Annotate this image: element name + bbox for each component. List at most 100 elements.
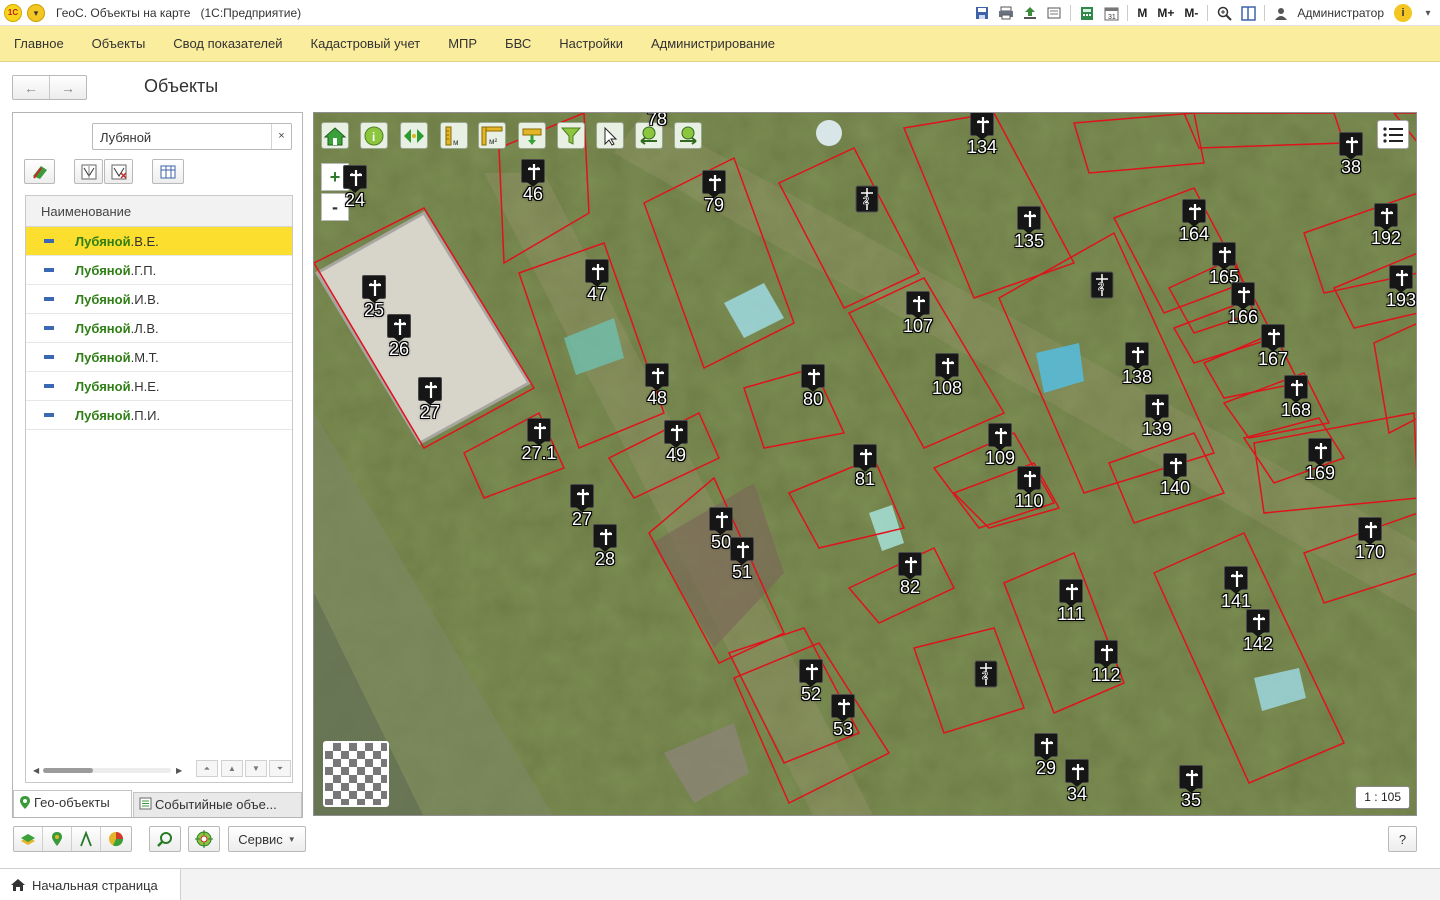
measure-area-button[interactable]: м² bbox=[478, 122, 506, 149]
search-icon bbox=[157, 832, 172, 847]
section-main[interactable]: Главное bbox=[0, 36, 78, 51]
horizontal-scrollbar[interactable]: ◀ ▶ bbox=[33, 766, 183, 775]
save-icon[interactable] bbox=[972, 4, 992, 22]
memory-button[interactable]: M bbox=[1134, 4, 1150, 22]
grave-marker-label: 135 bbox=[1013, 231, 1045, 251]
map-home-button[interactable] bbox=[321, 122, 349, 149]
table-row[interactable]: Лубяной.Л.В. bbox=[26, 314, 292, 343]
title-bar: 1С ▾ ГеоС. Объекты на карте (1С:Предприя… bbox=[0, 0, 1440, 26]
statistics-button[interactable] bbox=[101, 827, 130, 851]
geo-point-button[interactable] bbox=[43, 827, 72, 851]
cross-icon bbox=[1125, 342, 1149, 370]
help-button[interactable]: ? bbox=[1388, 826, 1417, 852]
back-button[interactable]: ← bbox=[13, 76, 50, 99]
section-settings[interactable]: Настройки bbox=[545, 36, 637, 51]
cross-icon bbox=[1212, 242, 1236, 270]
cross-icon bbox=[1017, 206, 1041, 234]
map-info-button[interactable]: i bbox=[360, 122, 388, 149]
table-row[interactable]: Лубяной.И.В. bbox=[26, 285, 292, 314]
table-row[interactable]: Лубяной.Н.Е. bbox=[26, 372, 292, 401]
cross-icon bbox=[1059, 579, 1083, 607]
table-row[interactable]: Лубяной.М.Т. bbox=[26, 343, 292, 372]
calculator-icon[interactable] bbox=[1077, 4, 1097, 22]
service-menu-button[interactable]: Сервис ▼ bbox=[228, 826, 306, 852]
grave-marker-label: 24 bbox=[344, 190, 366, 210]
upload-icon[interactable] bbox=[1020, 4, 1040, 22]
forward-button[interactable]: → bbox=[50, 76, 86, 99]
select-area-button[interactable] bbox=[518, 122, 546, 149]
cross-icon bbox=[1182, 199, 1206, 227]
print-icon[interactable] bbox=[996, 4, 1016, 22]
clear-selection-button[interactable] bbox=[24, 159, 55, 184]
print-preview-icon[interactable] bbox=[1044, 4, 1064, 22]
table-view-button[interactable] bbox=[152, 159, 184, 184]
go-first-button[interactable]: ⏶ bbox=[196, 760, 218, 777]
filter-map-button[interactable] bbox=[74, 159, 103, 184]
tab-label: Событийные объе... bbox=[155, 797, 277, 812]
title-toolbar: 31 M M+ M- Администратор i ▾ bbox=[970, 3, 1440, 23]
go-prev-button[interactable]: ▲ bbox=[221, 760, 243, 777]
section-mpr[interactable]: МПР bbox=[434, 36, 491, 51]
cross-icon bbox=[709, 507, 733, 535]
grave-marker-label: 46 bbox=[522, 184, 544, 204]
map-pan-button[interactable] bbox=[400, 122, 428, 149]
table-row[interactable]: Лубяной.Г.П. bbox=[26, 256, 292, 285]
layers-list-button[interactable] bbox=[1377, 120, 1409, 149]
filter-map-remove-button[interactable] bbox=[104, 159, 133, 184]
tab-event-objects[interactable]: Событийные объе... bbox=[133, 792, 302, 817]
grave-marker-label: 110 bbox=[1014, 491, 1044, 511]
pie-chart-icon bbox=[108, 832, 123, 847]
go-last-button[interactable]: ⏷ bbox=[269, 760, 291, 777]
calendar-icon[interactable]: 31 bbox=[1101, 4, 1121, 22]
area-ruler-icon: м² bbox=[481, 126, 503, 146]
section-objects[interactable]: Объекты bbox=[78, 36, 160, 51]
cross-icon bbox=[702, 170, 726, 198]
section-cadastral[interactable]: Кадастровый учет bbox=[297, 36, 435, 51]
tab-geo-objects[interactable]: Гео-объекты bbox=[13, 790, 132, 817]
grave-marker-label: 51 bbox=[731, 562, 753, 582]
object-icon bbox=[44, 384, 54, 388]
locate-button[interactable] bbox=[188, 826, 220, 852]
grave-marker-label: 80 bbox=[802, 389, 824, 409]
grave-marker-label: 111 bbox=[1057, 604, 1085, 624]
window-menu-icon[interactable]: ▾ bbox=[1418, 4, 1438, 22]
chevron-down-icon: ▼ bbox=[287, 834, 296, 844]
memory-plus-button[interactable]: M+ bbox=[1154, 4, 1177, 22]
table-row[interactable]: Лубяной.П.И. bbox=[26, 401, 292, 430]
scrollbar-thumb[interactable] bbox=[43, 768, 93, 773]
cross-icon bbox=[801, 364, 825, 392]
find-on-map-button[interactable] bbox=[149, 826, 181, 852]
scroll-right-icon[interactable]: ▶ bbox=[176, 766, 182, 775]
main-menu-button[interactable]: ▾ bbox=[27, 4, 45, 22]
search-input[interactable]: Лубяной × bbox=[92, 123, 292, 150]
section-administration[interactable]: Администрирование bbox=[637, 36, 789, 51]
map-view[interactable]: i м м² + - 1 : 105 24 46 78 79 134 38 135 164 19… bbox=[313, 112, 1417, 816]
go-next-button[interactable]: ▼ bbox=[245, 760, 267, 777]
row-name: Лубяной.М.Т. bbox=[75, 349, 159, 365]
cross-icon bbox=[521, 159, 545, 187]
layers-button[interactable] bbox=[14, 827, 43, 851]
object-icon bbox=[44, 355, 54, 359]
tab-home-page[interactable]: Начальная страница bbox=[0, 869, 181, 900]
polyline-button[interactable] bbox=[72, 827, 101, 851]
double-marker-count: 2 bbox=[1098, 281, 1104, 293]
zoom-icon[interactable] bbox=[1214, 4, 1234, 22]
grave-marker-label: 140 bbox=[1159, 478, 1191, 498]
row-name: Лубяной.П.И. bbox=[75, 407, 161, 423]
column-header-name[interactable]: Наименование bbox=[26, 196, 292, 227]
section-indicators[interactable]: Свод показателей bbox=[159, 36, 296, 51]
table-row[interactable]: Лубяной.В.Е. bbox=[26, 227, 292, 256]
memory-minus-button[interactable]: M- bbox=[1181, 4, 1201, 22]
clear-search-button[interactable]: × bbox=[271, 124, 291, 149]
panel-layout-icon[interactable] bbox=[1238, 4, 1258, 22]
info-icon[interactable]: i bbox=[1394, 4, 1412, 22]
basemap-switch-button[interactable] bbox=[323, 741, 389, 807]
map-filter-button[interactable] bbox=[557, 122, 585, 149]
current-user[interactable]: Администратор bbox=[1297, 6, 1384, 20]
measure-distance-button[interactable]: м bbox=[440, 122, 468, 149]
grave-marker-label: 47 bbox=[586, 284, 608, 304]
scroll-left-icon[interactable]: ◀ bbox=[33, 766, 39, 775]
section-bvs[interactable]: БВС bbox=[491, 36, 545, 51]
grave-marker-label: 112 bbox=[1091, 665, 1121, 685]
row-name: Лубяной.И.В. bbox=[75, 291, 160, 307]
